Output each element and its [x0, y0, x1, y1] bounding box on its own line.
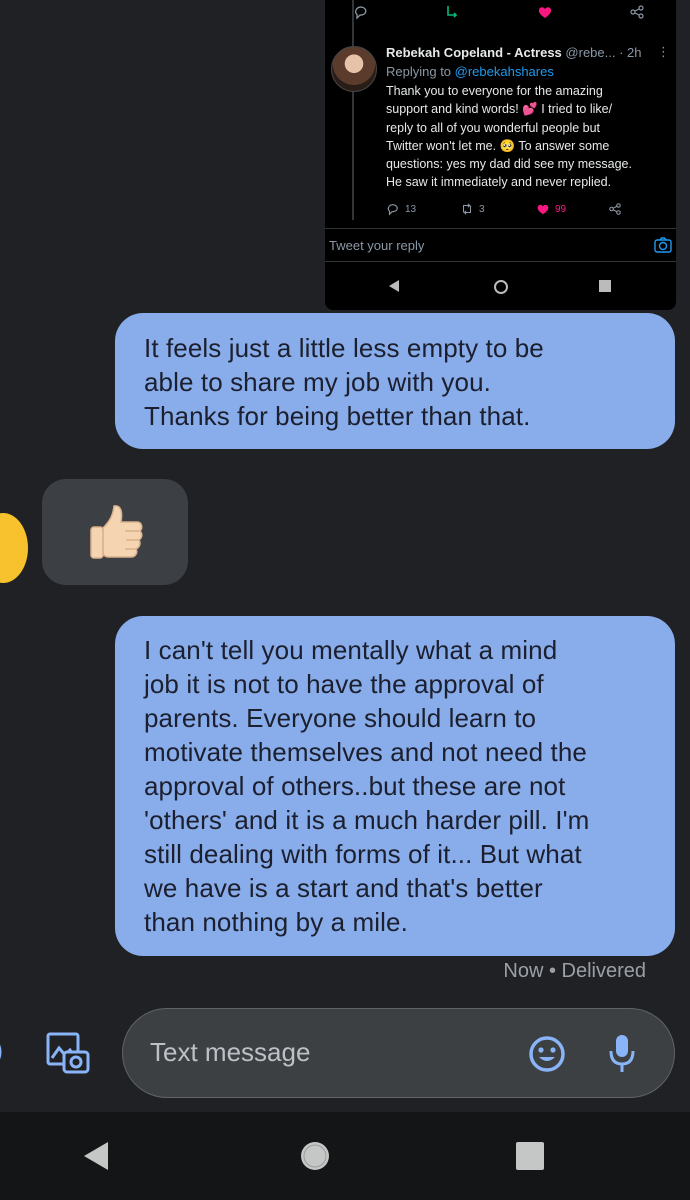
retweet-icon — [462, 203, 472, 215]
message-input[interactable]: Text message — [122, 1008, 675, 1098]
tweet-text-line: questions: yes my dad did see my message… — [386, 157, 632, 172]
tweet-more-icon: ⋮ — [657, 44, 670, 59]
heart-icon — [538, 7, 552, 18]
message-line: job it is not to have the approval of — [144, 669, 544, 699]
replying-to: Replying to @rebekahshares — [386, 63, 671, 80]
reply-count: 13 — [405, 203, 417, 215]
tweet-reply-action: 13 — [386, 202, 416, 216]
mic-icon[interactable] — [607, 1033, 637, 1075]
thread-line — [352, 0, 354, 220]
tweet-retweet-action: 3 — [460, 202, 485, 216]
emoji-icon[interactable] — [527, 1034, 567, 1074]
tweet-handle-time: @rebe... · 2h — [565, 45, 642, 60]
message-line: approval of others..but these are not — [144, 771, 566, 801]
contact-avatar[interactable] — [0, 513, 28, 583]
thumbs-up-icon — [90, 505, 143, 559]
message-line: motivate themselves and not need the — [144, 737, 587, 767]
camera-icon — [654, 237, 672, 253]
message-line: I can't tell you mentally what a mind — [144, 635, 558, 665]
tweet-text-line: He saw it immediately and never replied. — [386, 175, 612, 190]
delivery-status: Now • Delivered — [503, 960, 646, 982]
screenshot-nav-bar — [325, 268, 676, 308]
like-count: 99 — [555, 203, 567, 215]
replying-mention-link: @rebekahshares — [454, 64, 554, 79]
heart-icon — [537, 204, 549, 215]
message-line: able to share my job with you. — [144, 367, 491, 397]
tweet-reply-bar: Tweet your reply — [325, 228, 676, 262]
reply-icon — [387, 204, 398, 216]
tweet-text-line: Thank you to everyone for the amazing — [386, 84, 603, 98]
tweet-screenshot-image: Rebekah Copeland - Actress @rebe... · 2h… — [325, 0, 676, 310]
back-icon[interactable] — [78, 1138, 114, 1174]
message-line: still dealing with forms of it... But wh… — [144, 839, 582, 869]
message-line: parents. Everyone should learn to — [144, 703, 537, 733]
home-icon[interactable] — [297, 1138, 333, 1174]
tweet-reply-placeholder: Tweet your reply — [329, 238, 425, 253]
tweet-content: Rebekah Copeland - Actress @rebe... · 2h… — [386, 45, 671, 192]
reply-icon — [355, 6, 367, 20]
incoming-message[interactable] — [42, 479, 188, 585]
tweet-action-bar: 13 3 99 — [386, 202, 626, 220]
outgoing-message[interactable]: It feels just a little less empty to be … — [115, 313, 675, 449]
message-line: than nothing by a mile. — [144, 907, 408, 937]
retweet-icon — [447, 6, 458, 18]
tweet-author-name: Rebekah Copeland - Actress — [386, 45, 562, 60]
message-line: 'others' and it is a much harder pill. I… — [144, 805, 590, 835]
outgoing-message[interactable]: I can't tell you mentally what a mind jo… — [115, 616, 675, 956]
replying-prefix: Replying to — [386, 64, 455, 79]
message-line: It feels just a little less empty to be — [144, 333, 544, 363]
gallery-icon[interactable] — [44, 1030, 92, 1078]
tweet-author-avatar — [331, 46, 377, 92]
tweet-share-action — [608, 202, 622, 216]
back-icon — [389, 280, 399, 292]
share-icon — [630, 5, 644, 19]
recents-icon[interactable] — [512, 1138, 548, 1174]
tweet-text-line: support and kind words! 💕 I tried to lik… — [386, 102, 613, 117]
tweet-text-line: Twitter won't let me. 🥺 To answer some — [386, 138, 610, 153]
retweet-count: 3 — [479, 203, 485, 215]
tweet-text: Thank you to everyone for the amazing su… — [386, 82, 671, 192]
share-icon — [609, 203, 621, 215]
add-icon[interactable] — [0, 1030, 14, 1074]
tweet-like-action: 99 — [536, 202, 566, 216]
message-input-placeholder: Text message — [150, 1037, 311, 1067]
message-line: Thanks for being better than that. — [144, 401, 531, 431]
tweet-text-line: reply to all of you wonderful people but — [386, 120, 601, 135]
system-nav-bar — [0, 1112, 690, 1200]
recents-icon — [599, 280, 611, 292]
message-line: we have is a start and that's better — [144, 873, 543, 903]
tweet-header: Rebekah Copeland - Actress @rebe... · 2h — [386, 45, 671, 61]
tweet-previous-actions — [325, 0, 676, 28]
home-icon — [494, 280, 508, 294]
